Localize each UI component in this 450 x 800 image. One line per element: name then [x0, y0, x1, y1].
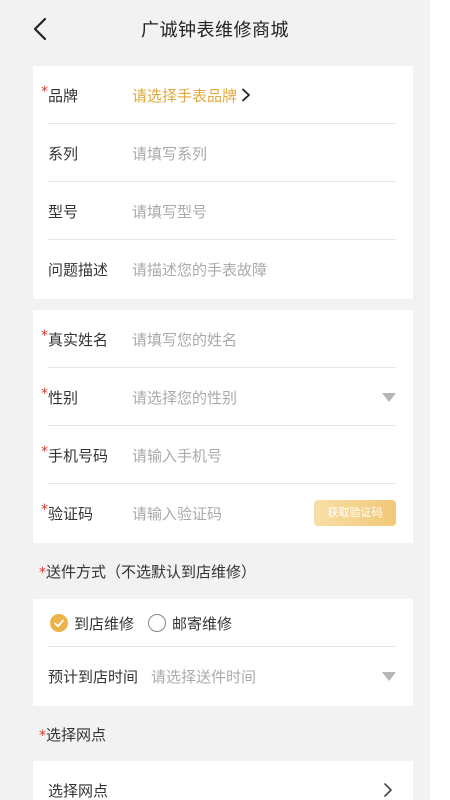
- name-input[interactable]: 请填写您的姓名: [132, 329, 413, 350]
- radio-unchecked-icon[interactable]: [148, 614, 167, 632]
- name-label: 真实姓名: [48, 330, 109, 349]
- delivery-options: 到店维修 邮寄维修: [33, 599, 413, 647]
- series-row: 系列 请填写系列: [33, 124, 413, 182]
- arrival-time-select[interactable]: 请选择送件时间: [151, 666, 413, 687]
- delivery-title-text: 送件方式（不选默认到店维修）: [46, 563, 257, 581]
- radio-mail-repair[interactable]: 邮寄维修: [148, 613, 232, 634]
- series-label: 系列: [48, 144, 79, 163]
- radio-label: 到店维修: [74, 614, 135, 633]
- app-frame: 广诚钟表维修商城 * 品牌 请选择手表品牌 系列 请填写系列 型号 请填写型号: [0, 0, 430, 800]
- radio-store-repair[interactable]: 到店维修: [50, 613, 134, 634]
- arrival-time-label: 预计到店时间: [48, 668, 139, 686]
- code-row: * 验证码 请输入验证码 获取验证码: [33, 484, 413, 542]
- phone-input[interactable]: 请输入手机号: [132, 445, 413, 466]
- phone-label: 手机号码: [48, 446, 109, 465]
- gender-select[interactable]: 请选择您的性别: [132, 387, 413, 408]
- brand-select[interactable]: 请选择手表品牌: [132, 85, 237, 106]
- brand-label: 品牌: [48, 86, 79, 105]
- dropdown-triangle-icon[interactable]: [382, 672, 396, 681]
- model-input[interactable]: 请填写型号: [132, 201, 413, 222]
- required-mark: *: [41, 84, 48, 100]
- phone-row: * 手机号码 请输入手机号: [33, 426, 413, 484]
- outlet-title-text: 选择网点: [46, 726, 107, 744]
- required-mark: *: [41, 502, 48, 518]
- page-edge: [430, 0, 450, 800]
- required-mark: *: [41, 386, 48, 402]
- gender-row[interactable]: * 性别 请选择您的性别: [33, 368, 413, 426]
- outlet-section-title: *选择网点: [39, 724, 106, 745]
- required-mark: *: [39, 728, 46, 744]
- required-mark: *: [41, 328, 48, 344]
- brand-row[interactable]: * 品牌 请选择手表品牌: [33, 66, 413, 124]
- arrival-time-row[interactable]: 预计到店时间 请选择送件时间: [33, 647, 413, 706]
- chevron-right-icon[interactable]: [241, 88, 251, 102]
- page: 广诚钟表维修商城 * 品牌 请选择手表品牌 系列 请填写系列 型号 请填写型号: [0, 0, 450, 800]
- dropdown-triangle-icon[interactable]: [382, 393, 396, 402]
- required-mark: *: [39, 565, 46, 581]
- outlet-label: 选择网点: [48, 781, 109, 800]
- radio-checked-icon[interactable]: [50, 614, 68, 632]
- model-label: 型号: [48, 202, 79, 221]
- delivery-section-title: *送件方式（不选默认到店维修）: [39, 561, 256, 582]
- get-code-button[interactable]: 获取验证码: [314, 500, 396, 526]
- nav-header: 广诚钟表维修商城: [0, 0, 430, 60]
- gender-label: 性别: [48, 388, 79, 407]
- chevron-right-icon[interactable]: [383, 782, 393, 798]
- model-row: 型号 请填写型号: [33, 182, 413, 240]
- required-mark: *: [41, 444, 48, 460]
- problem-input[interactable]: 请描述您的手表故障: [132, 259, 413, 280]
- outlet-card: 选择网点: [33, 761, 413, 800]
- name-row: * 真实姓名 请填写您的姓名: [33, 310, 413, 368]
- problem-row: 问题描述 请描述您的手表故障: [33, 240, 413, 298]
- page-title: 广诚钟表维修商城: [141, 20, 289, 41]
- problem-label: 问题描述: [48, 260, 109, 279]
- watch-info-card: * 品牌 请选择手表品牌 系列 请填写系列 型号 请填写型号 问题描述 请描述您…: [33, 66, 413, 299]
- radio-label: 邮寄维修: [172, 614, 233, 633]
- code-label: 验证码: [48, 504, 94, 523]
- outlet-row[interactable]: 选择网点: [33, 761, 413, 800]
- delivery-card: 到店维修 邮寄维修 预计到店时间 请选择送件时间: [33, 599, 413, 706]
- series-input[interactable]: 请填写系列: [132, 143, 413, 164]
- user-info-card: * 真实姓名 请填写您的姓名 * 性别 请选择您的性别 * 手机号码 请输入手机…: [33, 310, 413, 543]
